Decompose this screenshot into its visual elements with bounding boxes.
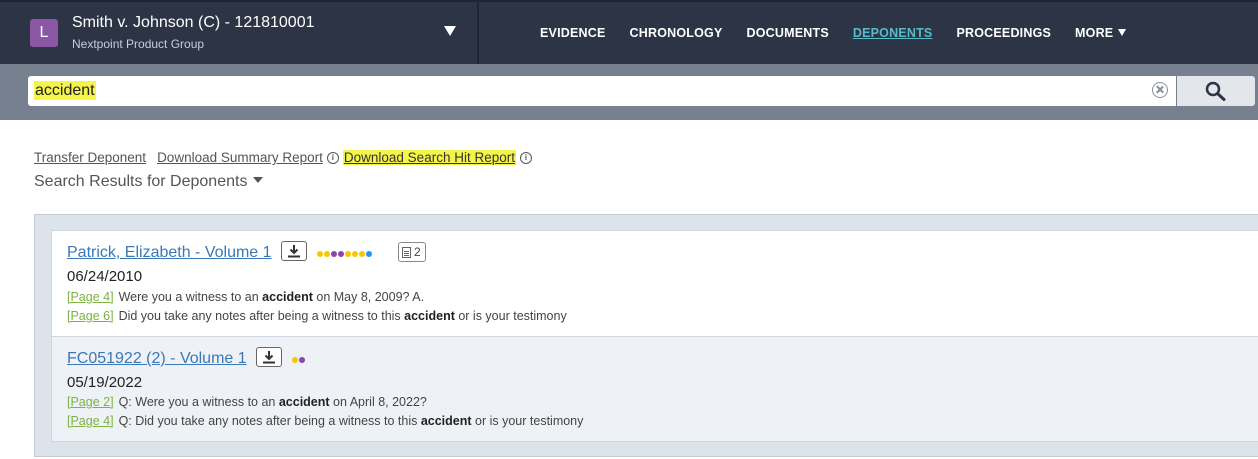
deponent-date: 05/19/2022 bbox=[67, 374, 143, 391]
search-hit: [Page 6] Did you take any notes after bei… bbox=[67, 309, 567, 323]
results-heading-label: Search Results for Deponents bbox=[34, 173, 248, 190]
search-input[interactable]: accident bbox=[28, 76, 1176, 106]
search-button[interactable] bbox=[1177, 76, 1255, 106]
hit-term: accident bbox=[420, 414, 472, 428]
hit-term: accident bbox=[262, 290, 313, 304]
hit-text-after: on May 8, 2009? A. bbox=[312, 290, 425, 304]
page-count-badge[interactable]: 2 bbox=[398, 242, 426, 262]
hit-term: accident bbox=[404, 309, 455, 323]
tag-dot bbox=[331, 251, 337, 257]
download-icon bbox=[288, 245, 300, 258]
search-hit: [Page 4] Were you a witness to an acciden… bbox=[67, 290, 424, 304]
nav-proceedings[interactable]: PROCEEDINGS bbox=[956, 26, 1051, 40]
action-links: Transfer Deponent Download Summary Repor… bbox=[34, 150, 536, 165]
hit-text-before: Were you a witness to an bbox=[118, 290, 263, 304]
hit-text-before: Q: Did you take any notes after being a … bbox=[118, 414, 421, 428]
tag-dot bbox=[317, 251, 323, 257]
case-subtitle: Nextpoint Product Group bbox=[72, 37, 205, 51]
download-button[interactable] bbox=[256, 347, 282, 367]
case-title: Smith v. Johnson (C) - 121810001 bbox=[72, 14, 315, 31]
nav-documents[interactable]: DOCUMENTS bbox=[747, 26, 829, 40]
tag-dot bbox=[299, 357, 305, 363]
nav-evidence[interactable]: EVIDENCE bbox=[540, 26, 606, 40]
search-hit: [Page 4] Q: Did you take any notes after … bbox=[67, 414, 583, 428]
tag-dot bbox=[345, 251, 351, 257]
page-link[interactable]: [Page 6] bbox=[67, 309, 114, 323]
deponent-title-link[interactable]: FC051922 (2) - Volume 1 bbox=[67, 350, 247, 368]
hit-text-before: Did you take any notes after being a wit… bbox=[118, 309, 405, 323]
hit-text-before: Q: Were you a witness to an bbox=[118, 395, 279, 409]
tag-dots bbox=[292, 357, 306, 363]
nav-deponents[interactable]: DEPONENTS bbox=[853, 26, 933, 40]
tag-dot bbox=[292, 357, 298, 363]
hit-text-after: or is your testimony bbox=[471, 414, 584, 428]
case-dropdown-caret-icon[interactable] bbox=[444, 26, 456, 36]
top-navigation-bar: L Smith v. Johnson (C) - 121810001 Nextp… bbox=[0, 0, 1258, 64]
hit-term: accident bbox=[278, 395, 330, 409]
info-icon[interactable]: i bbox=[519, 151, 532, 164]
download-button[interactable] bbox=[281, 241, 307, 261]
download-summary-report-link[interactable]: Download Summary Report bbox=[157, 150, 323, 165]
tag-dot bbox=[324, 251, 330, 257]
transfer-deponent-link[interactable]: Transfer Deponent bbox=[34, 150, 146, 165]
tag-dot bbox=[352, 251, 358, 257]
page-count: 2 bbox=[414, 245, 421, 259]
hit-text-after: on April 8, 2022? bbox=[329, 395, 427, 409]
nav-more[interactable]: MORE bbox=[1075, 26, 1127, 40]
results-heading-dropdown[interactable]: Search Results for Deponents bbox=[34, 173, 264, 191]
case-avatar: L bbox=[30, 19, 58, 47]
tag-dots bbox=[317, 251, 373, 257]
deponent-date: 06/24/2010 bbox=[67, 268, 143, 285]
tag-dot bbox=[338, 251, 344, 257]
nav-more-label: MORE bbox=[1075, 26, 1114, 40]
download-search-hit-report-link[interactable]: Download Search Hit Report bbox=[342, 150, 516, 165]
page-link[interactable]: [Page 4] bbox=[67, 290, 114, 304]
caret-down-icon bbox=[253, 177, 264, 183]
case-selector[interactable]: L Smith v. Johnson (C) - 121810001 Nextp… bbox=[0, 2, 479, 64]
deponent-result-card: FC051922 (2) - Volume 1 05/19/2022 [Page… bbox=[51, 336, 1258, 442]
clear-search-icon[interactable] bbox=[1152, 82, 1168, 98]
document-icon bbox=[402, 246, 411, 258]
results-panel: Patrick, Elizabeth - Volume 1 2 06/24/20… bbox=[34, 214, 1258, 457]
page-link[interactable]: [Page 2] bbox=[67, 395, 114, 409]
info-icon[interactable]: i bbox=[326, 151, 339, 164]
search-icon bbox=[1205, 81, 1226, 101]
deponent-title-link[interactable]: Patrick, Elizabeth - Volume 1 bbox=[67, 244, 272, 262]
main-nav: EVIDENCE CHRONOLOGY DOCUMENTS DEPONENTS … bbox=[540, 2, 1150, 64]
download-icon bbox=[263, 351, 275, 364]
tag-dot bbox=[359, 251, 365, 257]
tag-dot bbox=[366, 251, 372, 257]
search-bar: accident bbox=[0, 64, 1258, 120]
search-hit: [Page 2] Q: Were you a witness to an acci… bbox=[67, 395, 427, 409]
hit-text-after: or is your testimony bbox=[454, 309, 567, 323]
more-caret-icon bbox=[1118, 29, 1127, 36]
nav-chronology[interactable]: CHRONOLOGY bbox=[630, 26, 723, 40]
deponent-result-card: Patrick, Elizabeth - Volume 1 2 06/24/20… bbox=[51, 230, 1258, 337]
search-input-value[interactable]: accident bbox=[34, 81, 96, 100]
page-link[interactable]: [Page 4] bbox=[67, 414, 114, 428]
